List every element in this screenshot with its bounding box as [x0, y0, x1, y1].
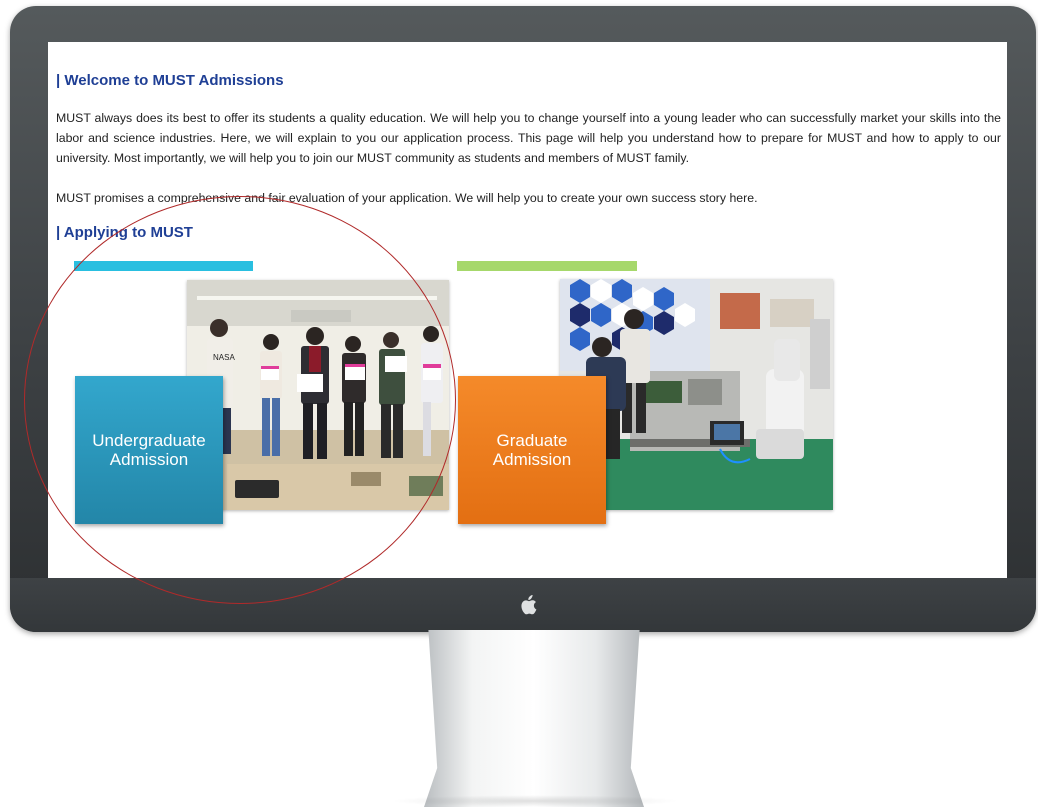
graduate-accent-bar	[457, 261, 637, 271]
evaluation-paragraph: MUST promises a comprehensive and fair e…	[56, 191, 758, 205]
welcome-paragraph: MUST always does its best to offer its s…	[56, 111, 1001, 165]
stand-shadow	[390, 795, 680, 807]
monitor-stand	[424, 630, 644, 807]
undergraduate-photo[interactable]: NASA	[187, 280, 449, 510]
graduate-admission-button[interactable]: Graduate Admission	[458, 376, 606, 524]
graduate-admission-label: Graduate Admission	[492, 431, 572, 469]
applying-heading: | Applying to MUST	[56, 224, 193, 241]
web-page-screen: | Welcome to MUST Admissions MUST always…	[48, 42, 1007, 578]
undergraduate-admission-button[interactable]: Undergraduate Admission	[75, 376, 223, 524]
nasa-shirt-text: NASA	[213, 353, 235, 362]
welcome-heading: | Welcome to MUST Admissions	[56, 72, 284, 89]
undergraduate-admission-label: Undergraduate Admission	[92, 431, 206, 469]
apple-logo-icon	[513, 590, 543, 620]
undergraduate-accent-bar	[74, 261, 253, 271]
